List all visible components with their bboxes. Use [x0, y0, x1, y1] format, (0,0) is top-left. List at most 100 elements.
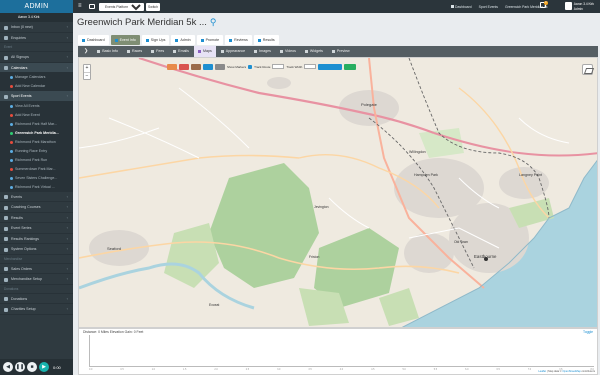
leaflet-link[interactable]: Leaflet	[538, 370, 546, 373]
sidebar-item[interactable]: Add New Event	[0, 110, 73, 120]
subtab-widgets[interactable]: Widgets	[301, 46, 327, 57]
zoom-out-button[interactable]: −	[84, 72, 90, 79]
sidebar-item-label: Richmond Park Half Mar...	[15, 121, 57, 126]
sidebar-item-label: Merchandise	[4, 256, 23, 261]
sidebar-item[interactable]: Enquiries ‹	[0, 33, 73, 43]
tool-button[interactable]	[167, 63, 177, 70]
sidebar-item-label: Richmond Park Run	[15, 157, 48, 162]
tab-dashboard[interactable]: Dashboard	[78, 35, 109, 45]
chevron-icon: ‹	[66, 225, 68, 230]
subtab-images[interactable]: Images	[250, 46, 275, 57]
subtab-basic-info[interactable]: Basic Info	[93, 46, 122, 57]
layers-icon[interactable]	[582, 64, 593, 75]
sidebar-item[interactable]: Calendars ‹	[0, 62, 73, 73]
sidebar-item[interactable]: Merchandise Setup ‹	[0, 274, 73, 285]
save-route-button[interactable]	[318, 63, 343, 70]
sidebar-item-label: Donations	[4, 286, 19, 291]
map-tiles[interactable]: Polegate Willingdon Hampden Park Langney…	[79, 58, 598, 328]
sidebar-item[interactable]: Richmond Park Marathon	[0, 137, 73, 147]
sidebar-item[interactable]: Add New Calendar	[0, 82, 73, 91]
sidebar-item[interactable]: Richmond Park Run	[0, 155, 73, 165]
sidebar-item[interactable]: Manage Calendars	[0, 73, 73, 82]
monitor-icon[interactable]	[89, 3, 95, 9]
tab-event-info[interactable]: Event Info	[110, 35, 140, 45]
sidebar-item-label: Add New Calendar	[15, 84, 46, 88]
sidebar-item[interactable]: Events ‹	[0, 192, 73, 202]
top-bar: ≡ Events Platform Switch Dashboard Sport…	[73, 0, 600, 13]
export-button[interactable]	[344, 63, 357, 70]
home-icon	[451, 4, 454, 8]
sidebar-item[interactable]: Greenwich Park Meridia...	[0, 128, 73, 138]
place-label: Willingdon	[409, 150, 426, 154]
sidebar-item[interactable]: Running Race Entry	[0, 146, 73, 156]
subtab-emails[interactable]: Emails	[169, 46, 193, 57]
sidebar-item[interactable]: Charities Setup ‹	[0, 304, 73, 315]
tab-sign-ups[interactable]: Sign Ups	[141, 35, 170, 45]
location-marker[interactable]	[484, 257, 488, 261]
tab-reviews[interactable]: Reviews	[225, 35, 252, 45]
axis-tick-label: 4.5	[371, 368, 375, 371]
sidebar-user[interactable]: Aaron 3.4 Kirk	[0, 13, 73, 22]
axis-tick-label: 1.5	[183, 368, 187, 371]
collapse-arrow-icon[interactable]: ❯	[80, 46, 92, 57]
track-width-input[interactable]	[304, 64, 317, 69]
sidebar-item[interactable]: View All Events	[0, 101, 73, 111]
subtab-videos[interactable]: Videos	[276, 46, 300, 57]
sidebar-item[interactable]: Donations ‹	[0, 294, 73, 304]
status-dot-icon	[10, 76, 13, 79]
rewind-icon[interactable]: ◀	[3, 362, 13, 372]
subtab-preview[interactable]: Preview	[328, 46, 354, 57]
search-icon[interactable]: ⚲	[210, 17, 217, 28]
dashboard-link[interactable]: Dashboard	[451, 4, 472, 9]
cart-icon[interactable]: 1	[540, 1, 548, 8]
sidebar-item[interactable]: Sales Orders ‹	[0, 264, 73, 274]
menu-icon[interactable]: ≡	[78, 3, 82, 9]
sidebar-item[interactable]: Results Rankings ‹	[0, 234, 73, 244]
sidebar-item[interactable]: Coaching Courses ‹	[0, 202, 73, 213]
elevation-toggle[interactable]: Toggle	[583, 330, 593, 334]
subtab-fees[interactable]: Fees	[147, 46, 168, 57]
account-menu[interactable]: Aaron 3.4 Kirk Admin	[564, 2, 594, 11]
menu-item-icon	[4, 66, 8, 70]
tab-promote[interactable]: Promote	[196, 35, 224, 45]
sidebar-item-label: Charities Setup	[11, 307, 36, 311]
sidebar-item[interactable]: Inbox (0 new) ‹	[0, 22, 73, 33]
sidebar-item[interactable]: Summerdown Park Mar...	[0, 164, 73, 174]
sidebar-heading: Event	[0, 43, 73, 52]
tab-label: Maps	[202, 49, 212, 53]
sidebar-item[interactable]: Sport Events ‹	[0, 91, 73, 102]
sidebar-item[interactable]: Seven Sisters Challenge...	[0, 173, 73, 183]
sport-events-link[interactable]: Sport Events	[479, 5, 498, 9]
zoom-in-button[interactable]: +	[84, 65, 90, 72]
sidebar-item[interactable]: Results ‹	[0, 213, 73, 223]
show-markers-checkbox[interactable]	[248, 64, 253, 69]
play-icon[interactable]: ▶	[39, 362, 49, 372]
sidebar-item[interactable]: System Options ‹	[0, 244, 73, 255]
tab-label: Emails	[178, 49, 189, 53]
pause-icon[interactable]: ❚❚	[15, 362, 25, 372]
stop-icon[interactable]: ■	[27, 362, 37, 372]
subtab-appearance[interactable]: Appearance	[217, 46, 249, 57]
subtab-maps[interactable]: Maps	[193, 46, 216, 57]
tab-results[interactable]: Results	[253, 35, 279, 45]
status-dot-icon	[10, 104, 13, 108]
axis-tick-label: 1.0	[151, 368, 156, 371]
sidebar-item[interactable]: All Signups ‹	[0, 52, 73, 63]
tool-button[interactable]	[191, 63, 201, 70]
tool-button[interactable]	[179, 63, 189, 70]
sidebar-item[interactable]: Event Series ‹	[0, 223, 73, 234]
status-dot-icon	[10, 140, 13, 144]
tool-button[interactable]	[215, 63, 225, 70]
page-title: Greenwich Park Meridian 5k ... ⚲	[77, 17, 217, 28]
osm-link[interactable]: OpenStreetMap	[562, 370, 580, 373]
route-map[interactable]: Polegate Willingdon Hampden Park Langney…	[78, 57, 598, 328]
subtab-races[interactable]: Races	[123, 46, 146, 57]
tool-button[interactable]	[203, 63, 213, 70]
switch-button[interactable]: Switch	[146, 2, 160, 11]
platform-select[interactable]: Events Platform	[99, 2, 144, 11]
sidebar-item[interactable]: Richmond Park Virtual ...	[0, 182, 73, 192]
tab-admin[interactable]: Admin	[171, 35, 195, 45]
track-route-input[interactable]	[272, 64, 285, 69]
event-tabs: Dashboard Event Info Sign Ups Admin Promote R…	[78, 35, 279, 45]
sidebar-item[interactable]: Richmond Park Half Mar...	[0, 119, 73, 129]
